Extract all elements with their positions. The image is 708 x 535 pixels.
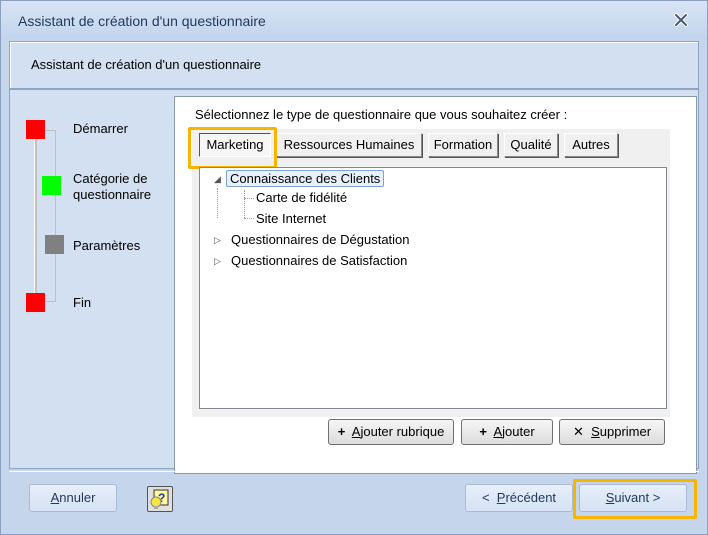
tree-node-carte-fidelite[interactable]: Carte de fidélité	[256, 190, 347, 205]
chevron-right-icon: >	[652, 490, 661, 505]
button-label: jouter	[502, 424, 535, 439]
button-label: nnuler	[59, 490, 96, 505]
tab-ressources-humaines[interactable]: Ressources Humaines	[276, 133, 422, 157]
plus-icon: +	[479, 424, 487, 439]
title-bar: Assistant de création d'un questionnaire	[1, 1, 707, 39]
tree-line	[244, 218, 254, 219]
mnemonic: A	[493, 424, 503, 439]
category-tree[interactable]: ◢ Connaissance des Clients Carte de fidé…	[199, 167, 667, 409]
button-label: jouter rubrique	[360, 424, 445, 439]
prompt-text: Sélectionnez le type de questionnaire qu…	[195, 107, 568, 122]
plus-icon: +	[337, 424, 346, 439]
close-icon[interactable]	[673, 12, 689, 28]
tree-node-satisfaction[interactable]: Questionnaires de Satisfaction	[231, 253, 407, 268]
delete-button[interactable]: ✕ Supprimer	[559, 419, 665, 445]
button-label: récédent	[505, 490, 557, 505]
previous-button[interactable]: < Précédent	[465, 484, 573, 512]
cancel-button[interactable]: Annuler	[29, 484, 117, 512]
tree-node-connaissance-clients[interactable]: Connaissance des Clients	[226, 170, 385, 187]
step-label-category: Catégorie de questionnaire	[73, 171, 152, 202]
tab-formation[interactable]: Formation	[428, 133, 498, 157]
next-button[interactable]: Suivant >	[579, 484, 687, 512]
step-label-start: Démarrer	[73, 121, 128, 136]
window-title: Assistant de création d'un questionnaire	[18, 13, 266, 29]
expand-arrow-icon[interactable]: ▷	[214, 235, 221, 246]
tab-qualite[interactable]: Qualité	[504, 133, 558, 157]
tree-line	[244, 198, 254, 199]
mnemonic: S	[591, 424, 600, 439]
footer-divider	[9, 471, 699, 472]
step-label-parameters: Paramètres	[73, 238, 141, 253]
wizard-header: Assistant de création d'un questionnaire	[9, 41, 699, 89]
tree-line	[244, 190, 245, 218]
header-title: Assistant de création d'un questionnaire	[31, 57, 262, 72]
chevron-left-icon: <	[481, 490, 490, 505]
step-marker-end	[26, 293, 45, 312]
button-label: uivant	[614, 490, 650, 505]
collapse-arrow-icon[interactable]: ◢	[214, 174, 221, 185]
step-label-end: Fin	[73, 295, 92, 310]
step-marker-start	[26, 120, 45, 139]
delete-x-icon: ✕	[572, 424, 584, 439]
step-marker-parameters	[45, 235, 64, 254]
steps-connector-right	[34, 130, 56, 302]
wizard-window: Assistant de création d'un questionnaire…	[0, 0, 708, 535]
tab-marketing[interactable]: Marketing	[199, 133, 271, 157]
step-marker-category	[42, 176, 61, 195]
category-panel: Sélectionnez le type de questionnaire qu…	[174, 96, 697, 474]
button-label: upprimer	[599, 424, 652, 439]
help-icon[interactable]: ?	[147, 486, 173, 512]
tree-line	[217, 188, 218, 218]
tree-node-site-internet[interactable]: Site Internet	[256, 211, 326, 226]
add-button[interactable]: + Ajouter	[461, 419, 553, 445]
expand-arrow-icon[interactable]: ▷	[214, 256, 221, 267]
tree-node-degustation[interactable]: Questionnaires de Dégustation	[231, 232, 410, 247]
tab-autres[interactable]: Autres	[564, 133, 618, 157]
add-section-button[interactable]: + Ajouter rubrique	[328, 419, 454, 445]
mnemonic: A	[50, 490, 60, 505]
